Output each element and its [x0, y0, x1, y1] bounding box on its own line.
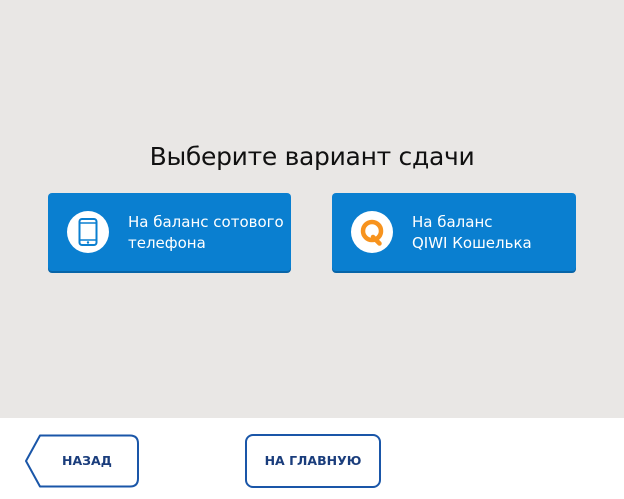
phone-balance-button[interactable]: На баланс сотового телефона [48, 193, 291, 271]
home-button[interactable]: НА ГЛАВНУЮ [245, 434, 381, 488]
phone-balance-label: На баланс сотового телефона [128, 212, 284, 254]
qiwi-wallet-line2: QIWI Кошелька [412, 234, 532, 252]
main-area: Выберите вариант сдачи На баланс сотовог… [0, 0, 624, 418]
qiwi-wallet-label: На баланс QIWI Кошелька [412, 212, 532, 254]
qiwi-logo-icon [351, 211, 393, 253]
page-title: Выберите вариант сдачи [149, 142, 475, 171]
mobile-phone-icon [67, 211, 109, 253]
qiwi-wallet-button[interactable]: На баланс QIWI Кошелька [332, 193, 576, 271]
qiwi-wallet-line1: На баланс [412, 213, 493, 231]
back-button[interactable]: НАЗАД [24, 434, 140, 488]
phone-balance-line2: телефона [128, 234, 206, 252]
back-button-label: НАЗАД [62, 453, 112, 468]
phone-balance-line1: На баланс сотового [128, 213, 284, 231]
